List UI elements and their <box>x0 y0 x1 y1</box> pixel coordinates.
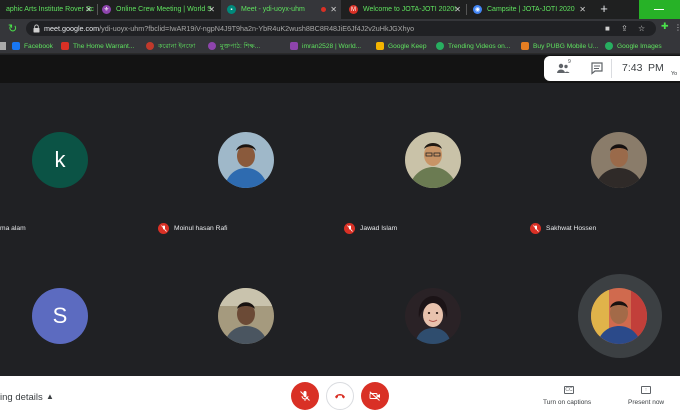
bookmarks-bar: Facebook The Home Warrant... করোনা ইনফো … <box>0 38 680 54</box>
tab-title: Welcome to JOTA-JOTI 2020! <box>363 6 457 13</box>
participant-photo[interactable] <box>218 288 274 344</box>
chevron-up-icon[interactable]: ▲ <box>46 392 54 401</box>
chat-icon[interactable] <box>590 61 604 75</box>
tab-title: aphic Arts Institute Rover Sc <box>6 6 94 13</box>
camera-toggle-button[interactable] <box>361 382 389 410</box>
tab-online-crew-meeting[interactable]: ⚜ Online Crew Meeting | World S ✕ <box>99 0 219 19</box>
participant-name-row: Moinul hasan Rafi <box>158 222 228 234</box>
tab-meet[interactable]: ▪ Meet - ydi-uoyx-uhm ✕ <box>221 0 341 19</box>
extensions-icon[interactable]: ✚ <box>661 21 669 32</box>
bookmark-imran[interactable]: imran2528 | World... <box>290 40 361 52</box>
meeting-details-button[interactable]: ing details <box>0 392 43 403</box>
bookmark-facebook[interactable]: Facebook <box>12 40 53 52</box>
bookmark-pubg[interactable]: Buy PUBG Mobile U... <box>521 40 598 52</box>
new-tab-plus-icon[interactable]: + <box>597 2 611 16</box>
bookmark-google-keep[interactable]: Google Keep <box>376 40 427 52</box>
url-omnibox[interactable]: meet.google.com/ydi-uoyx-uhm?fbclid=IwAR… <box>26 21 656 36</box>
clock-time: 7:43 <box>622 62 643 74</box>
scout-icon: ⚜ <box>102 5 111 14</box>
close-icon[interactable]: ✕ <box>85 5 92 14</box>
participant-name: Jawad Islam <box>360 224 398 232</box>
bookmark-home-warrant[interactable]: The Home Warrant... <box>61 40 134 52</box>
camera-in-use-icon[interactable]: ■ <box>605 24 610 33</box>
participant-name-row: Jawad Islam <box>344 222 397 234</box>
camera-off-icon <box>369 391 380 401</box>
tab-strip: aphic Arts Institute Rover Sc ✕ ⚜ Online… <box>0 0 680 19</box>
tab-title: Meet - ydi-uoyx-uhm <box>241 6 305 13</box>
address-bar: ↻ meet.google.com/ydi-uoyx-uhm?fbclid=Iw… <box>0 19 680 38</box>
participant-name: Sakhwat Hossen <box>546 224 597 232</box>
participant-avatar[interactable]: k <box>32 132 88 188</box>
bookmark-corona-info[interactable]: করোনা ইনফো <box>146 40 195 52</box>
participant-grid: k ma alam Moinul hasan Rafi Jawad Islam … <box>0 83 680 376</box>
bookmark-trending[interactable]: Trending Videos on... <box>436 40 510 52</box>
close-icon[interactable]: ✕ <box>579 5 586 14</box>
close-icon[interactable]: ✕ <box>330 5 337 14</box>
you-label: Yo <box>671 71 678 77</box>
captions-label[interactable]: Turn on captions <box>543 399 591 406</box>
tab-jota-joti-welcome[interactable]: M Welcome to JOTA-JOTI 2020! ✕ <box>343 0 465 19</box>
hang-up-icon <box>335 394 345 399</box>
divider <box>611 59 612 78</box>
lock-icon <box>33 24 40 33</box>
bookmark-muktopath[interactable]: মুক্তপাঠ: শিক্ষ... <box>208 40 260 52</box>
clock-ampm: PM <box>648 62 664 74</box>
bookmark-google-images[interactable]: Google Images <box>605 40 662 52</box>
mic-off-icon <box>530 222 541 234</box>
participant-name: ma alam <box>0 224 26 232</box>
close-icon[interactable]: ✕ <box>208 5 215 14</box>
menu-dots-icon[interactable]: ⋮ <box>674 23 680 32</box>
mic-off-icon <box>300 391 310 401</box>
captions-icon[interactable]: CC <box>564 386 574 394</box>
mic-off-icon <box>344 222 355 234</box>
participant-photo[interactable] <box>405 288 461 344</box>
leave-call-button[interactable] <box>326 382 354 410</box>
mic-off-icon <box>158 222 169 234</box>
participant-name: Moinul hasan Rafi <box>174 224 228 232</box>
meeting-info-pill: 9 7:43 PM Yo <box>544 56 680 81</box>
url-text: meet.google.com/ydi-uoyx-uhm?fbclid=IwAR… <box>44 24 415 33</box>
meet-icon: ▪ <box>227 5 236 14</box>
tab-rover-scout[interactable]: aphic Arts Institute Rover Sc ✕ <box>0 0 96 19</box>
campsite-icon: ◉ <box>473 5 482 14</box>
gmail-icon: M <box>349 5 358 14</box>
tab-jota-joti-campsite[interactable]: ◉ Campsite | JOTA-JOTI 2020 ✕ <box>468 0 590 19</box>
share-icon[interactable]: ⇪ <box>621 24 628 33</box>
present-now-label[interactable]: Present now <box>628 399 664 406</box>
meet-top-strip: 9 7:43 PM Yo <box>0 55 680 83</box>
recording-dot-icon <box>321 7 326 12</box>
participant-photo[interactable] <box>405 132 461 188</box>
window-minimize-button[interactable] <box>639 0 680 19</box>
meet-control-bar: ing details ▲ CC Turn on captions ↑ Pres… <box>0 376 680 420</box>
participant-count: 9 <box>568 59 571 65</box>
participant-name-row: Sakhwat Hossen <box>530 222 596 234</box>
browser-window: aphic Arts Institute Rover Sc ✕ ⚜ Online… <box>0 0 680 420</box>
participant-avatar[interactable]: S <box>32 288 88 344</box>
participant-photo[interactable] <box>591 288 647 344</box>
bookmark-star-icon[interactable]: ☆ <box>638 24 645 33</box>
participant-photo[interactable] <box>218 132 274 188</box>
close-icon[interactable]: ✕ <box>454 5 461 14</box>
reload-icon[interactable]: ↻ <box>8 22 17 35</box>
apps-grid-icon <box>0 42 6 50</box>
tab-title: Online Crew Meeting | World S <box>116 6 212 13</box>
bookmark-apps[interactable] <box>0 40 6 52</box>
tab-title: Campsite | JOTA-JOTI 2020 <box>487 6 575 13</box>
mic-toggle-button[interactable] <box>291 382 319 410</box>
participant-photo[interactable] <box>591 132 647 188</box>
present-screen-icon[interactable]: ↑ <box>641 386 651 394</box>
